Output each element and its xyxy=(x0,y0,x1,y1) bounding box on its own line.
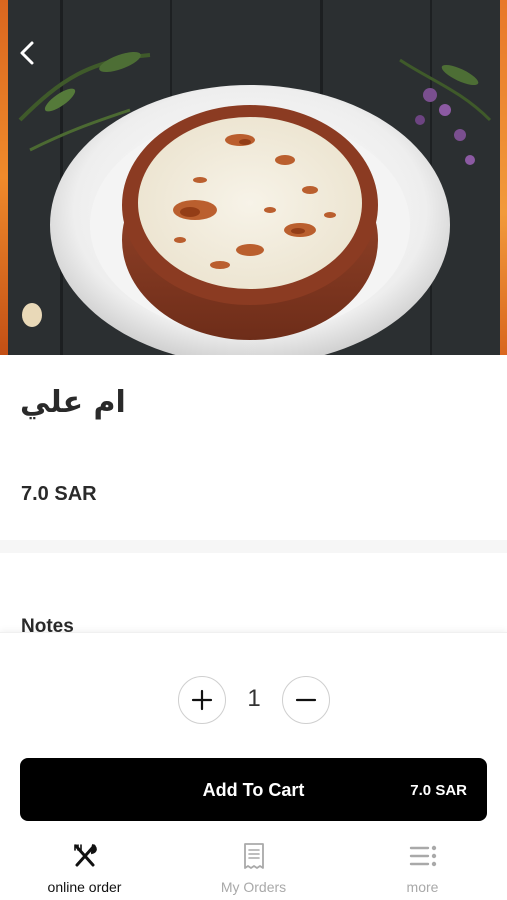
image-edge-right xyxy=(500,0,507,355)
section-divider xyxy=(0,540,507,553)
add-to-cart-panel: 1 Add To Cart 7.0 SAR xyxy=(0,632,507,832)
tab-label: more xyxy=(406,879,439,895)
back-button[interactable] xyxy=(12,36,42,70)
notes-label: Notes xyxy=(21,616,74,633)
product-name: ام علي xyxy=(20,385,126,420)
tab-online-order[interactable]: online order xyxy=(0,832,169,900)
image-edge-left xyxy=(0,0,8,355)
plus-icon xyxy=(191,689,213,711)
product-detail-screen: ام علي 7.0 SAR Notes 1 Add To Cart 7.0 S… xyxy=(0,0,507,900)
product-image xyxy=(0,0,507,355)
receipt-icon xyxy=(240,842,268,870)
product-price: 7.0 SAR xyxy=(21,483,97,505)
quantity-value: 1 xyxy=(247,685,261,712)
tab-my-orders[interactable]: My Orders xyxy=(169,832,338,900)
minus-icon xyxy=(295,698,317,702)
add-to-cart-button[interactable]: Add To Cart 7.0 SAR xyxy=(20,758,487,821)
increase-quantity-button[interactable] xyxy=(178,676,226,724)
product-info: ام علي 7.0 SAR xyxy=(0,355,507,540)
bottom-tab-bar: online order My Orders more xyxy=(0,832,507,900)
tab-label: online order xyxy=(47,879,122,895)
decrease-quantity-button[interactable] xyxy=(282,676,330,724)
product-photo-illustration xyxy=(0,0,507,355)
chevron-left-icon xyxy=(20,41,34,65)
menu-dots-icon xyxy=(409,842,437,870)
tab-label: My Orders xyxy=(220,879,287,895)
cart-total: 7.0 SAR xyxy=(410,782,467,799)
fork-knife-icon xyxy=(71,842,99,870)
tab-more[interactable]: more xyxy=(338,832,507,900)
